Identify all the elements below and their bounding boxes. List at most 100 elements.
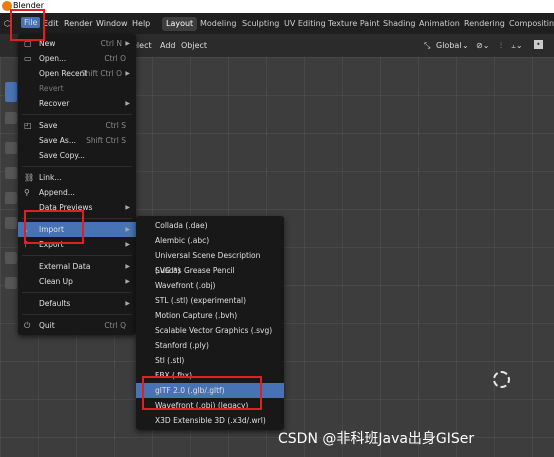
menu-item-stanford-ply[interactable]: Stanford (.ply) [136,338,284,353]
tab-uv-editing[interactable]: UV Editing [280,17,330,31]
menu-item-universal-scene-description-usd[interactable]: Universal Scene Description (.usd*) [136,248,284,275]
annotation-box-file [10,9,45,41]
menu-item-shortcut: Ctrl Q [104,321,126,330]
pivot-icon[interactable]: ⊘⌄ [476,41,489,50]
menu-item-label: Quit [39,321,55,330]
watermark-text: CSDN @非科班Java出身GISer [278,431,475,447]
menu-separator [22,314,132,315]
snap-icon[interactable]: ⫶ [500,41,502,51]
menu-item-label: Scalable Vector Graphics (.svg) [155,326,273,335]
annotation-box-import [24,210,84,244]
menu-item-label: Stl (.stl) [155,356,185,365]
snap-options-icon[interactable]: ⫠⌄ [511,41,523,51]
menu-item-wavefront-obj[interactable]: Wavefront (.obj) [136,278,284,293]
menu-item-label: Append... [39,188,75,197]
tab-sculpting[interactable]: Sculpting [238,17,283,31]
rotate-tool-icon[interactable] [5,167,17,179]
menu-item-label: Open... [39,54,67,63]
menu-item-open[interactable]: ▭ Open... Ctrl O [18,51,136,66]
submenu-arrow-icon: ▶ [125,40,130,47]
menu-item-alembic-abc[interactable]: Alembic (.abc) [136,233,284,248]
transform-orientation-select[interactable]: Global [436,41,462,50]
title-bar: Blender [0,0,554,13]
tab-shading[interactable]: Shading [379,17,420,31]
menu-item-scalable-vector-graphics-svg[interactable]: Scalable Vector Graphics (.svg) [136,323,284,338]
transform-tool-icon[interactable] [5,217,17,229]
menu-item-label: SVG as Grease Pencil [155,266,235,275]
submenu-arrow-icon: ▶ [125,263,130,270]
cursor-tool-icon[interactable] [5,112,17,124]
submenu-arrow-icon: ▶ [125,70,130,77]
menu-item-save-copy[interactable]: Save Copy... [18,148,136,163]
menu-item-motion-capture-bvh[interactable]: Motion Capture (.bvh) [136,308,284,323]
3d-cursor-icon[interactable] [493,371,510,388]
menu-item-append[interactable]: ⚲ Append... [18,185,136,200]
tab-rendering[interactable]: Rendering [460,17,509,31]
menu-separator [22,292,132,293]
submenu-arrow-icon: ▶ [125,278,130,285]
menu-item-external-data[interactable]: External Data ▶ [18,259,136,274]
menu-item-stl-stl-experimental[interactable]: STL (.stl) (experimental) [136,293,284,308]
annotation-box-gltf [142,376,262,410]
chevron-down-icon[interactable]: ⌄ [462,41,469,50]
tab-compositing[interactable]: Compositing [505,17,554,31]
menu-item-save[interactable]: ◰ Save Ctrl S [18,118,136,133]
menu-item-svg-as-grease-pencil[interactable]: SVG as Grease Pencil [136,263,284,278]
tool-shelf [0,57,18,457]
tab-animation[interactable]: Animation [415,17,464,31]
power-icon: ⏻ [24,321,31,330]
menu-item-label: Recover [39,99,70,108]
submenu-arrow-icon: ▶ [125,241,130,248]
transform-orientation-icon[interactable]: ⤡ [424,41,430,51]
tab-texture-paint[interactable]: Texture Paint [324,17,384,31]
menu-item-collada-dae[interactable]: Collada (.dae) [136,218,284,233]
menu-item-stl-stl[interactable]: Stl (.stl) [136,353,284,368]
menu-item-quit[interactable]: ⏻ Quit Ctrl Q [18,318,136,333]
menu-window[interactable]: Window [96,19,128,28]
menu-item-clean-up[interactable]: Clean Up ▶ [18,274,136,289]
measure-tool-icon[interactable] [5,277,17,289]
tab-layout[interactable]: Layout [162,17,198,31]
menu-item-label: Motion Capture (.bvh) [155,311,238,320]
tab-modeling[interactable]: Modeling [196,17,240,31]
menu-item-label: Link... [39,173,62,182]
menu-item-label: Save As... [39,136,76,145]
top-menubar: ⬡ File Edit Render Window Help Layout Mo… [0,13,554,34]
submenu-arrow-icon: ▶ [125,204,130,211]
select-tool-icon[interactable] [5,82,17,102]
menu-item-label: Defaults [39,299,71,308]
menu-item-shortcut: Ctrl O [104,54,126,63]
menu-item-shortcut: Ctrl S [105,121,127,130]
menu-item-shortcut: Ctrl N [100,39,122,48]
menu-item-label: Alembic (.abc) [155,236,210,245]
menu-item-defaults[interactable]: Defaults ▶ [18,296,136,311]
add-menu[interactable]: Add [160,41,176,50]
menu-separator [22,255,132,256]
move-tool-icon[interactable] [5,142,17,154]
menu-item-label: Collada (.dae) [155,221,208,230]
save-icon: ◰ [24,121,32,130]
menu-item-shortcut: Shift Ctrl S [86,136,126,145]
submenu-arrow-icon: ▶ [125,226,130,233]
menu-item-recover[interactable]: Recover ▶ [18,96,136,111]
menu-help[interactable]: Help [132,19,150,28]
menu-item-label: X3D Extensible 3D (.x3d/.wrl) [155,416,266,425]
menu-render[interactable]: Render [64,19,92,28]
annotate-tool-icon[interactable] [5,252,17,264]
menu-item-label: Save Copy... [39,151,85,160]
scale-tool-icon[interactable] [5,192,17,204]
menu-item-link[interactable]: ⛓ Link... [18,170,136,185]
proportional-edit-icon[interactable]: • [534,40,543,49]
menu-edit[interactable]: Edit [43,19,59,28]
submenu-arrow-icon: ▶ [125,300,130,307]
menu-item-save-as[interactable]: Save As... Shift Ctrl S [18,133,136,148]
menu-item-label: External Data [39,262,91,271]
append-icon: ⚲ [24,188,30,197]
menu-item-revert: Revert [18,81,136,96]
object-menu[interactable]: Object [181,41,207,50]
menu-item-label: Save [39,121,58,130]
menu-item-x3d-extensible-3d-x3d-wrl[interactable]: X3D Extensible 3D (.x3d/.wrl) [136,413,284,428]
menu-item-open-recent[interactable]: Open Recent Shift Ctrl O ▶ [18,66,136,81]
submenu-arrow-icon: ▶ [125,100,130,107]
menu-item-label: Wavefront (.obj) [155,281,216,290]
